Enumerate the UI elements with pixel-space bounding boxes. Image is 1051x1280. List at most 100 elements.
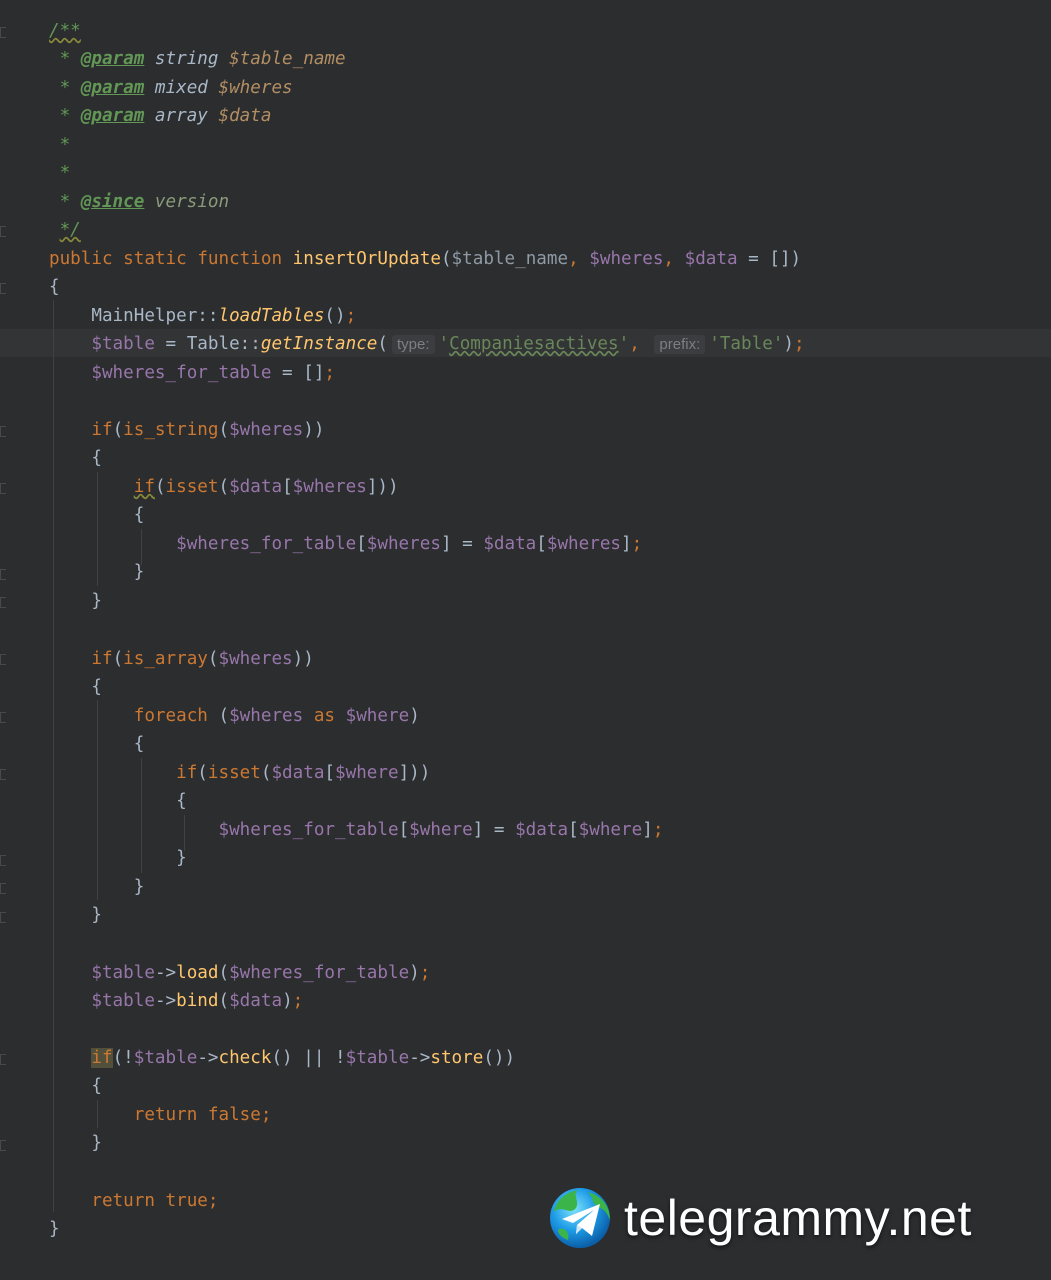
code-line[interactable]: { xyxy=(49,273,60,302)
method-call: loadTables xyxy=(218,306,325,326)
code-line[interactable]: } xyxy=(49,587,102,616)
fold-marker[interactable] xyxy=(0,283,6,294)
variable: $data xyxy=(483,534,537,554)
code-line[interactable]: { xyxy=(49,1072,102,1101)
code-line[interactable]: return true; xyxy=(49,1187,218,1216)
keyword: if xyxy=(91,420,113,440)
code-line[interactable]: * xyxy=(49,159,71,188)
function-call: is_array xyxy=(123,649,208,669)
code-line[interactable]: * @param mixed $wheres xyxy=(49,74,293,103)
fold-marker[interactable] xyxy=(0,1054,6,1065)
code-line[interactable]: /** xyxy=(49,17,81,46)
variable: $table xyxy=(91,991,155,1011)
code-line[interactable]: public static function insertOrUpdate($t… xyxy=(49,245,801,274)
code-line[interactable]: } xyxy=(49,558,145,587)
code-line[interactable]: if(isset($data[$wheres])) xyxy=(49,473,399,502)
fold-marker[interactable] xyxy=(0,769,6,780)
code-line[interactable]: * @param string $table_name xyxy=(49,45,346,74)
keyword: false xyxy=(207,1105,261,1125)
fold-marker[interactable] xyxy=(0,597,6,608)
code-line[interactable]: { xyxy=(49,501,145,530)
variable: $data xyxy=(229,991,283,1011)
code-editor[interactable]: /** * @param string $table_name * @param… xyxy=(0,0,1051,1280)
code-line[interactable]: $table->bind($data); xyxy=(49,987,303,1016)
variable: $wheres xyxy=(292,477,367,497)
code-line[interactable]: if(is_string($wheres)) xyxy=(49,416,324,445)
code-line[interactable]: $wheres_for_table[$wheres] = $data[$wher… xyxy=(49,530,642,559)
code-line[interactable]: { xyxy=(49,673,102,702)
fold-marker[interactable] xyxy=(0,483,6,494)
code-line[interactable]: { xyxy=(49,444,102,473)
keyword: public xyxy=(49,249,113,269)
variable: $wheres_for_table xyxy=(218,820,399,840)
fold-marker[interactable] xyxy=(0,855,6,866)
code-line[interactable]: * @param array $data xyxy=(49,102,272,131)
method-call: load xyxy=(176,963,219,983)
doc-star: * xyxy=(49,78,81,98)
fold-marker[interactable] xyxy=(0,883,6,894)
doc-tag: @since xyxy=(80,192,145,212)
keyword: if xyxy=(176,763,198,783)
code-line[interactable]: if(isset($data[$where])) xyxy=(49,759,430,788)
code-line[interactable]: $wheres_for_table[$where] = $data[$where… xyxy=(49,816,663,845)
fold-marker[interactable] xyxy=(0,712,6,723)
doc-var: $table_name xyxy=(229,49,346,69)
doc-star: * xyxy=(49,135,71,155)
string-literal: 'Table' xyxy=(709,334,784,354)
code-line[interactable]: { xyxy=(49,787,187,816)
code-line[interactable]: $table = Table::getInstance(type: 'Compan… xyxy=(49,330,805,359)
function-call: is_string xyxy=(123,420,219,440)
variable: $wheres xyxy=(218,649,293,669)
code-line[interactable]: * xyxy=(49,131,71,160)
method-call: check xyxy=(218,1048,272,1068)
code-line[interactable]: if(is_array($wheres)) xyxy=(49,645,313,674)
code-line[interactable]: MainHelper::loadTables(); xyxy=(49,302,356,331)
fold-marker[interactable] xyxy=(0,654,6,665)
doc-type: string xyxy=(144,49,230,69)
code-line[interactable]: } xyxy=(49,873,145,902)
class-ref: MainHelper:: xyxy=(91,306,219,326)
variable: $where xyxy=(335,763,399,783)
code-line[interactable]: * @since version xyxy=(49,188,230,217)
doc-star: * xyxy=(49,49,81,69)
variable: $table xyxy=(345,1048,410,1068)
code-line[interactable]: { xyxy=(49,730,145,759)
fold-marker[interactable] xyxy=(0,426,6,437)
parameter-hint: type: xyxy=(392,335,435,354)
code-line[interactable]: if(!$table->check() || !$table->store()) xyxy=(49,1044,515,1073)
doc-tag: @param xyxy=(80,49,145,69)
doc-star: * xyxy=(49,163,71,183)
doc-type: mixed xyxy=(144,78,219,98)
variable: $table xyxy=(91,334,155,354)
code-line[interactable]: $table->load($wheres_for_table); xyxy=(49,959,430,988)
telegram-globe-icon xyxy=(550,1188,610,1248)
code-line[interactable]: } xyxy=(49,901,102,930)
code-line[interactable]: return false; xyxy=(49,1101,272,1130)
doc-type: array xyxy=(144,106,219,126)
fold-marker[interactable] xyxy=(0,1140,6,1151)
code-line[interactable]: } xyxy=(49,844,187,873)
keyword: if xyxy=(91,1048,113,1068)
variable: $wheres_for_table xyxy=(91,363,272,383)
variable: $wheres_for_table xyxy=(229,963,410,983)
doc-comment-open: /** xyxy=(49,21,81,41)
code-line[interactable]: } xyxy=(49,1215,60,1244)
function-call: isset xyxy=(207,763,261,783)
variable: $wheres xyxy=(546,534,622,554)
method-call: bind xyxy=(176,991,219,1011)
variable: $data xyxy=(271,763,325,783)
fold-marker[interactable] xyxy=(0,912,6,923)
fold-marker[interactable] xyxy=(0,27,6,38)
method-call: store xyxy=(430,1048,484,1068)
code-line[interactable]: */ xyxy=(49,216,81,245)
variable: $data xyxy=(515,820,569,840)
code-line[interactable]: foreach ($wheres as $where) xyxy=(49,702,420,731)
fold-marker[interactable] xyxy=(0,226,6,237)
variable: $data xyxy=(229,477,283,497)
fold-marker[interactable] xyxy=(0,569,6,580)
code-line[interactable]: } xyxy=(49,1129,102,1158)
function-call: isset xyxy=(165,477,219,497)
method-call: getInstance xyxy=(260,334,378,354)
code-line[interactable]: $wheres_for_table = []; xyxy=(49,359,335,388)
function-name: insertOrUpdate xyxy=(292,249,441,269)
